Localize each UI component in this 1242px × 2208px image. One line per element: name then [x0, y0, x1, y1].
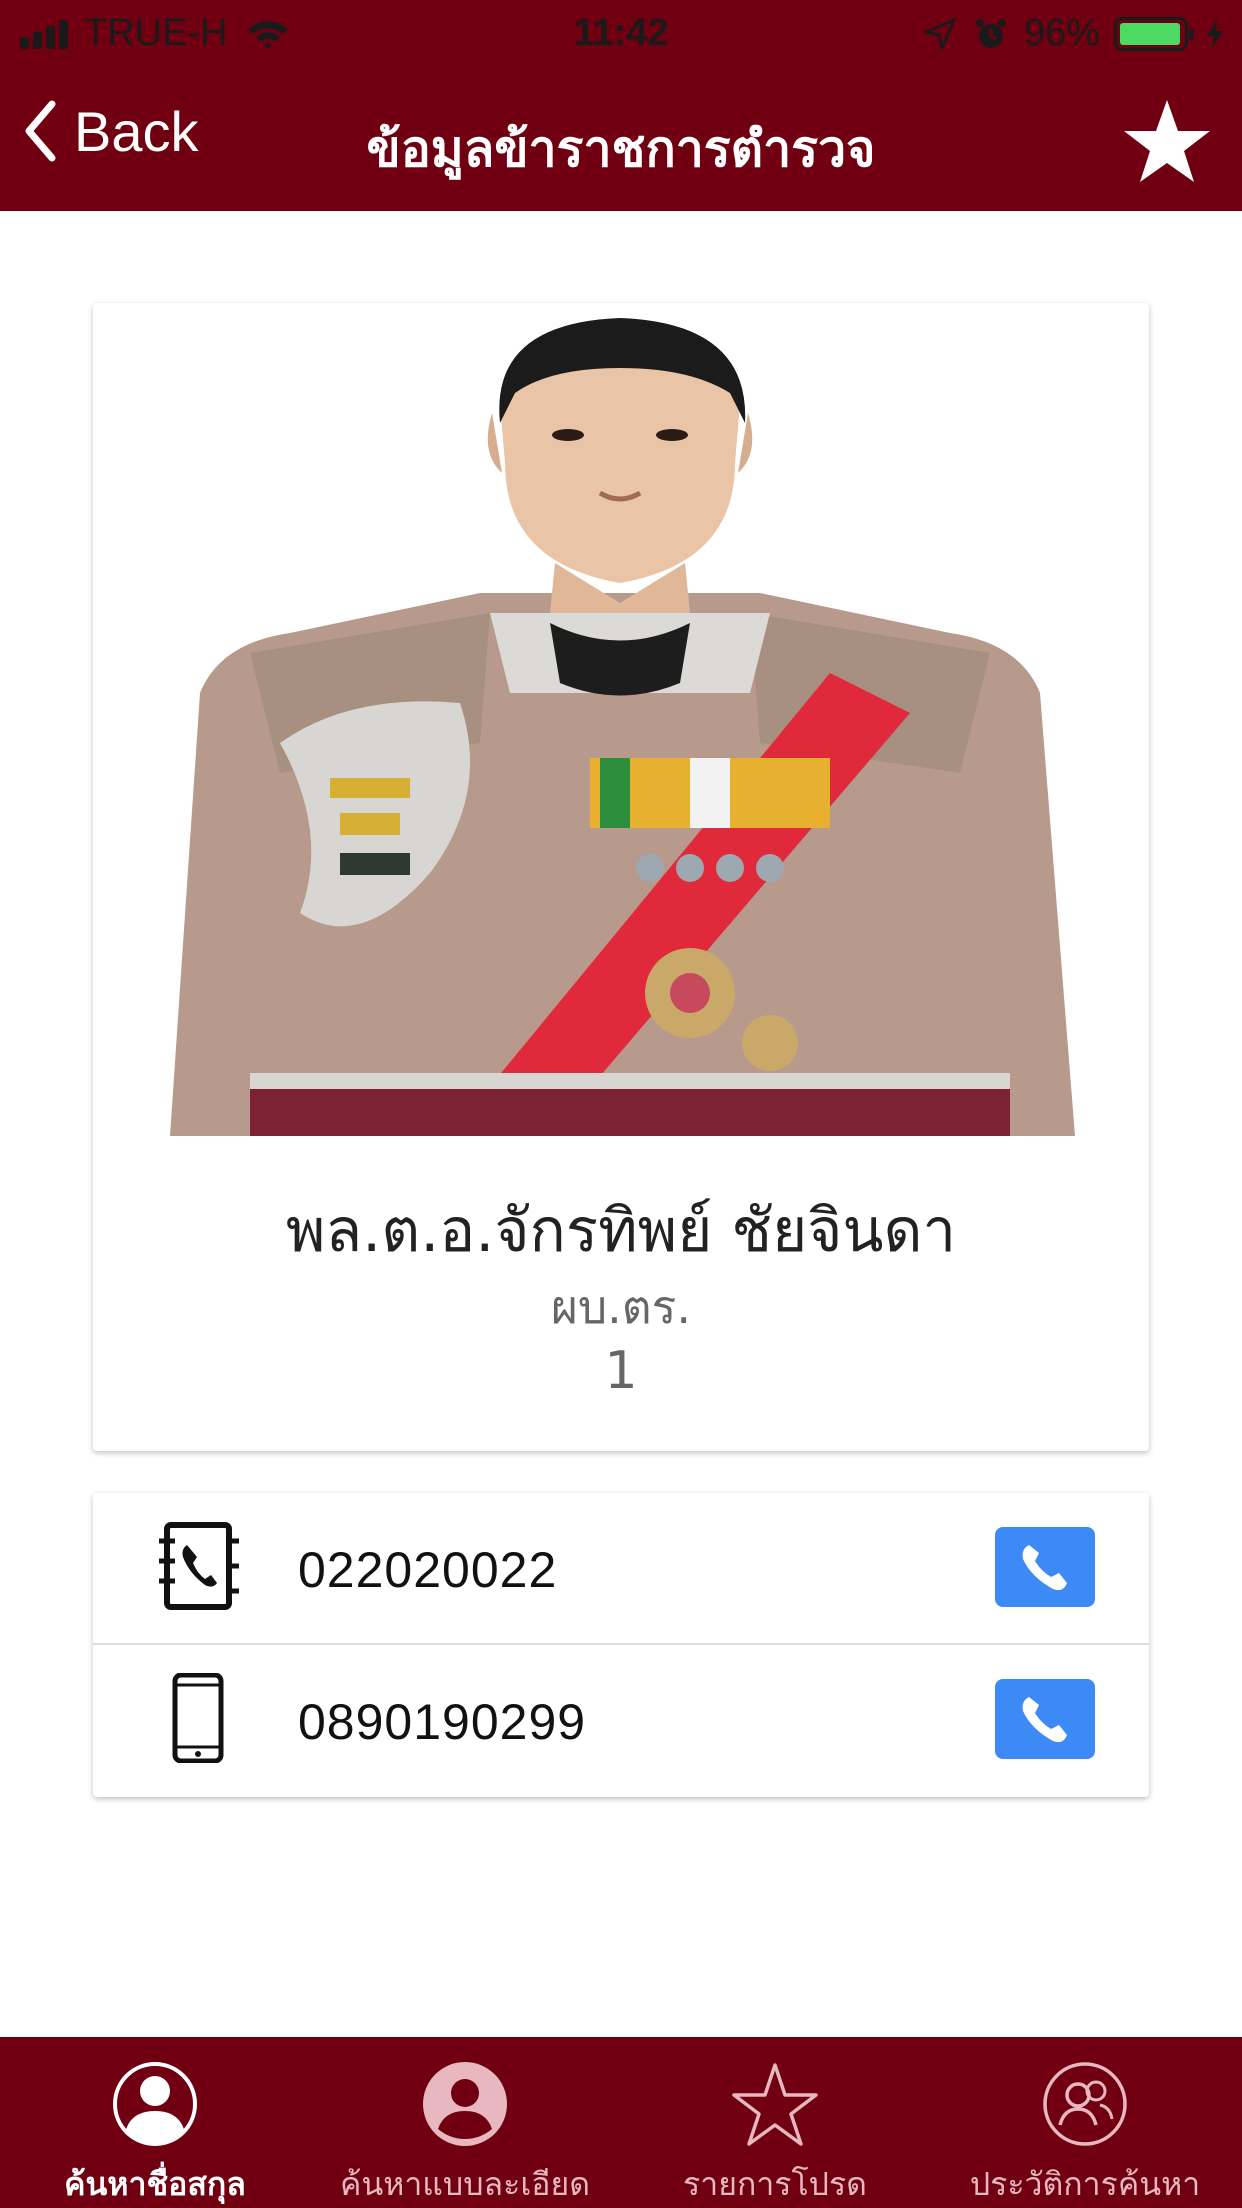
tab-label: ค้นหาชื่อสกุล — [64, 2165, 246, 2203]
officer-position: ผบ.ตร. — [551, 1280, 691, 1334]
person-circle-icon — [113, 2062, 197, 2146]
account-circle-icon — [423, 2062, 507, 2146]
mobile-phone-number: 0890190299 — [298, 1694, 587, 1750]
call-office-button[interactable] — [995, 1527, 1095, 1607]
tab-label: ค้นหาแบบละเอียด — [339, 2165, 591, 2203]
phone-book-icon — [159, 1522, 239, 1610]
header: TRUE-H 11:42 96% Back ข้อมูลข้าราชการตำร… — [0, 0, 1242, 211]
phone-row-office: 022020022 — [93, 1493, 1149, 1645]
tab-search-name[interactable]: ค้นหาชื่อสกุล — [0, 2037, 310, 2208]
tab-favorites[interactable]: รายการโปรด — [620, 2037, 930, 2208]
officer-level: 1 — [604, 1341, 638, 1401]
tab-bar: ค้นหาชื่อสกุล ค้นหาแบบละเอียด รายการโปรด… — [0, 2037, 1242, 2208]
mobile-phone-icon — [172, 1673, 224, 1763]
navigation-bar: Back ข้อมูลข้าราชการตำรวจ — [0, 66, 1242, 211]
history-people-icon — [1043, 2062, 1127, 2146]
charging-bolt-icon — [1207, 18, 1223, 49]
phone-icon — [1022, 1545, 1067, 1591]
alarm-icon — [975, 18, 1006, 48]
star-icon — [1124, 100, 1210, 182]
tab-label: รายการโปรด — [683, 2165, 867, 2203]
office-phone-number: 022020022 — [298, 1542, 558, 1598]
officer-name: พล.ต.อ.จักรทิพย์ ชัยจินดา — [285, 1196, 957, 1266]
call-mobile-button[interactable] — [995, 1679, 1095, 1759]
location-arrow-icon — [924, 18, 956, 49]
page-title: ข้อมูลข้าราชการตำรวจ — [366, 120, 876, 178]
phone-row-mobile: 0890190299 — [93, 1645, 1149, 1797]
tab-history[interactable]: ประวัติการค้นหา — [930, 2037, 1240, 2208]
tab-advanced-search[interactable]: ค้นหาแบบละเอียด — [310, 2037, 620, 2208]
phone-card: 022020022 0890190299 — [93, 1493, 1149, 1797]
status-right: 96% — [924, 12, 1226, 55]
officer-photo — [130, 313, 1112, 1136]
profile-card: พล.ต.อ.จักรทิพย์ ชัยจินดา ผบ.ตร. 1 — [93, 303, 1149, 1451]
status-bar: TRUE-H 11:42 96% — [0, 0, 1242, 66]
favorite-button[interactable] — [1122, 96, 1212, 186]
tab-label: ประวัติการค้นหา — [969, 2165, 1201, 2203]
phone-icon — [1022, 1697, 1067, 1743]
battery-percent: 96% — [1023, 12, 1100, 54]
star-outline-icon — [732, 2063, 818, 2146]
battery-icon — [1114, 16, 1194, 51]
